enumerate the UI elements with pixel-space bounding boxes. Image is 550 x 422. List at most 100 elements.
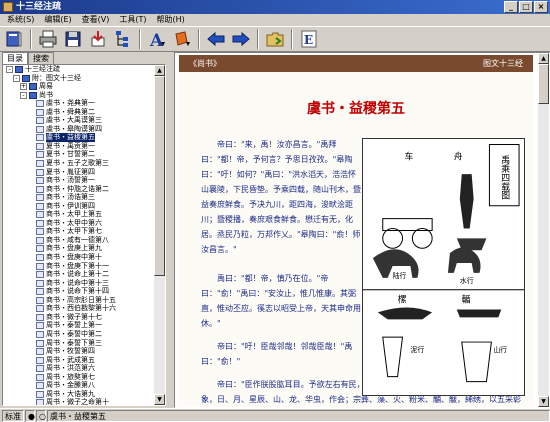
tree-node[interactable]: 商书・汤誓第一 — [3, 176, 155, 185]
menu-view[interactable]: 查看(V) — [77, 14, 115, 26]
tree-node[interactable]: 虞书・大禹谟第三 — [3, 116, 155, 125]
tree-scrollbar[interactable]: ▲ ▼ — [154, 65, 165, 405]
tree-node[interactable]: 周书・牧誓第四 — [3, 347, 155, 356]
back-button[interactable] — [204, 28, 228, 50]
book-button[interactable] — [2, 28, 26, 50]
tree-node[interactable]: 周书・旅獒第七 — [3, 373, 155, 382]
tree-node-label: 商书・西伯戡黎第十六 — [46, 304, 116, 313]
color-button[interactable] — [170, 28, 194, 50]
forward-button[interactable] — [229, 28, 253, 50]
tree-node-label: 商书・太甲上第五 — [46, 210, 102, 219]
collapse-icon[interactable]: - — [6, 66, 13, 73]
tree-node-label: 夏书・胤征第四 — [46, 167, 95, 176]
book-icon — [29, 83, 37, 91]
tree-node[interactable]: 虞书・舜典第二 — [3, 108, 155, 117]
expand-icon[interactable]: + — [20, 83, 27, 91]
open-folder-button[interactable] — [263, 28, 287, 50]
toolbar-separator — [291, 29, 293, 49]
tab-contents[interactable]: 目录 — [2, 52, 28, 64]
tree-node-label: 夏书・甘誓第二 — [46, 150, 95, 159]
scroll-thumb[interactable] — [538, 64, 549, 104]
document-icon — [36, 271, 44, 279]
tree-node[interactable]: 商书・汤诰第三 — [3, 193, 155, 202]
document-icon — [36, 305, 44, 313]
scroll-up-icon[interactable]: ▲ — [538, 53, 549, 64]
font-button[interactable]: A — [145, 28, 169, 50]
export-button[interactable] — [86, 28, 110, 50]
tree-node-label: 商书・盘庚上第九 — [46, 244, 102, 253]
tree-node[interactable]: 商书・伊训第四 — [3, 202, 155, 211]
current-location: 虞书・益稷第五 — [47, 409, 550, 422]
tree-node[interactable]: 周书・武成第五 — [3, 356, 155, 365]
save-button[interactable] — [61, 28, 85, 50]
document-icon — [36, 313, 44, 321]
document-icon — [36, 117, 44, 125]
tree-node-label: 虞书・益稷第五 — [46, 133, 95, 142]
minimize-icon[interactable]: _ — [504, 1, 518, 13]
maximize-icon[interactable]: □ — [519, 1, 533, 13]
label-water: 水行 — [460, 276, 474, 285]
tree-node[interactable]: 商书・说命上第十二 — [3, 270, 155, 279]
tree-node[interactable]: 虞书・尧典第一 — [3, 99, 155, 108]
tree-node[interactable]: 周书・泰誓下第三 — [3, 339, 155, 348]
print-button[interactable] — [36, 28, 60, 50]
collapse-icon[interactable]: - — [13, 74, 20, 82]
tree-view-button[interactable] — [111, 28, 135, 50]
menu-tools[interactable]: 工具(T) — [114, 14, 151, 26]
document-icon — [36, 185, 44, 193]
tree-node[interactable]: 商书・仲虺之诰第二 — [3, 185, 155, 194]
tree-node[interactable]: 商书・太甲下第七 — [3, 227, 155, 236]
collapse-icon[interactable]: - — [20, 91, 27, 99]
tree-node[interactable]: 商书・西伯戡黎第十六 — [3, 304, 155, 313]
tree-node[interactable]: 商书・盘庚中第十 — [3, 253, 155, 262]
tab-search[interactable]: 搜索 — [28, 52, 54, 64]
tree-node[interactable]: - 附：图文十三经 — [3, 74, 155, 83]
tree-node[interactable]: 周书・洪范第六 — [3, 364, 155, 373]
tree-node[interactable]: + 周易 — [3, 82, 155, 91]
tree-list: - 十三经注疏 - 附：图文十三经 + 周易 - 尚书 虞书・尧典第一 虞书・舜典第二 虞书・大禹谟… — [3, 65, 155, 405]
tree-node[interactable]: 周书・微子之命第十 — [3, 398, 155, 405]
paragraph: 帝曰："来，禹！汝亦昌言。"禹拜曰："都！帝，予何言？予思日孜孜。"皋陶曰："吁… — [201, 140, 361, 254]
forward-arrow-icon — [232, 31, 250, 47]
tree-node-label: 虞书・舜典第二 — [46, 107, 95, 116]
edit-button[interactable]: E — [297, 28, 321, 50]
tree-node[interactable]: 商书・说命中第十三 — [3, 279, 155, 288]
tree-node[interactable]: 夏书・胤征第四 — [3, 168, 155, 177]
menu-system[interactable]: 系统(S) — [2, 14, 39, 26]
tree-node-label: 商书・太甲下第七 — [46, 227, 102, 236]
tree-node[interactable]: 商书・太甲上第五 — [3, 210, 155, 219]
document-icon — [36, 348, 44, 356]
printer-icon — [39, 30, 57, 48]
tree-node[interactable]: - 十三经注疏 — [3, 65, 155, 74]
tree-node[interactable]: 夏书・甘誓第二 — [3, 150, 155, 159]
close-icon[interactable]: × — [534, 1, 548, 13]
label-sledge: 樏 — [398, 294, 407, 306]
document-icon — [36, 390, 44, 398]
tree-node[interactable]: 夏书・五子之歌第三 — [3, 159, 155, 168]
tree-node-label: 周书・金縢第八 — [46, 381, 95, 390]
tree-node[interactable]: 商书・说命下第十四 — [3, 287, 155, 296]
tree-node[interactable]: 商书・盘庚下第十一 — [3, 262, 155, 271]
tree-node-label: 商书・高宗肜日第十五 — [46, 295, 116, 304]
scroll-down-icon[interactable]: ▼ — [538, 396, 549, 407]
viewer-scrollbar[interactable]: ▲ ▼ — [538, 53, 549, 407]
tree-node-label: 附：图文十三经 — [32, 73, 81, 82]
scroll-thumb[interactable] — [154, 76, 165, 276]
scroll-up-icon[interactable]: ▲ — [154, 65, 165, 76]
tree-node[interactable]: - 尚书 — [3, 91, 155, 100]
document-icon — [36, 219, 44, 227]
tree-node[interactable]: 商书・盘庚上第九 — [3, 244, 155, 253]
contents-tree[interactable]: - 十三经注疏 - 附：图文十三经 + 周易 - 尚书 虞书・尧典第一 虞书・舜典第二 虞书・大禹谟… — [2, 64, 166, 406]
document-icon — [36, 211, 44, 219]
document-icon — [36, 108, 44, 116]
menu-edit[interactable]: 编辑(E) — [39, 14, 76, 26]
tree-node-label: 商书・仲虺之诰第二 — [46, 184, 109, 193]
tree-node-label: 周书・旅獒第七 — [46, 372, 95, 381]
tree-node[interactable]: 虞书・益稷第五 — [3, 133, 155, 142]
tree-node[interactable]: 周书・金縢第八 — [3, 381, 155, 390]
title-bar: 十三经注疏 _ □ × — [0, 0, 550, 14]
menu-help[interactable]: 帮助(H) — [151, 14, 189, 26]
scroll-down-icon[interactable]: ▼ — [154, 394, 165, 405]
tree-node[interactable]: 周书・泰誓上第一 — [3, 321, 155, 330]
tree-node[interactable]: 周书・泰誓中第二 — [3, 330, 155, 339]
